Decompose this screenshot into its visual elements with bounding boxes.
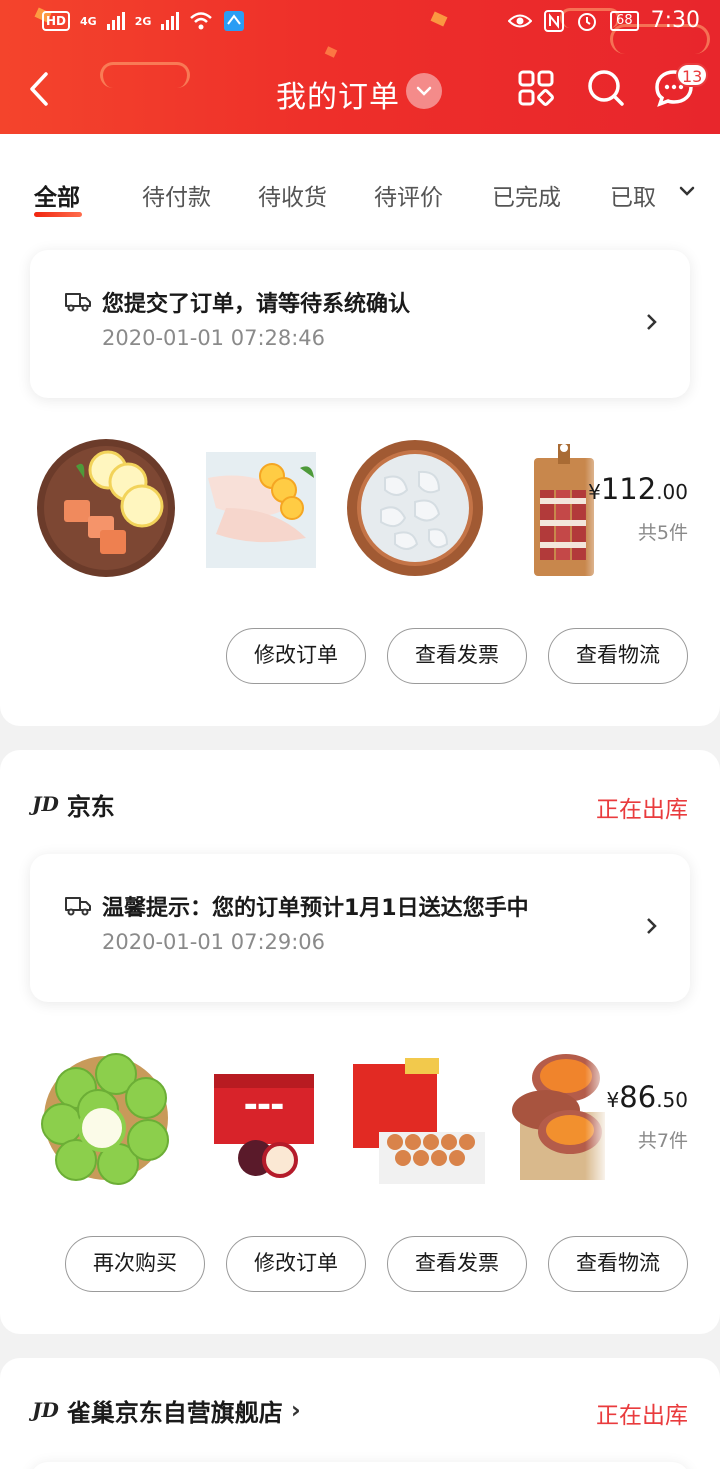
eye-comfort-icon [508, 14, 533, 27]
shop-header[interactable]: JD 雀巢京东自营旗舰店 › [32, 1393, 301, 1428]
notice-time: 2020-01-01 07:29:06 [102, 930, 326, 954]
product-image-egg-carton[interactable] [345, 1048, 485, 1188]
notice-text: 您提交了订单，请等待系统确认 [102, 292, 411, 317]
buy-again-button[interactable]: 再次购买 [65, 1236, 205, 1292]
message-count-badge: 13 [676, 63, 709, 87]
shop-name[interactable]: 雀巢京东自营旗舰店 [67, 1393, 283, 1428]
order-notice[interactable]: 温馨提示：您的订单预计1月1日送达您手中 2020-01-01 07:29:06 [30, 854, 690, 1002]
notice-time: 2020-01-01 07:28:46 [102, 326, 326, 350]
item-count: 共7件 [637, 1130, 688, 1152]
sim1-network-label: 4G [80, 14, 97, 28]
modify-order-button[interactable]: 修改订单 [226, 1236, 366, 1292]
delivery-truck-icon [65, 897, 91, 916]
tab-all[interactable]: 全部 [34, 178, 80, 212]
tab-pending-receipt[interactable]: 待收货 [258, 178, 327, 212]
product-image-apple-gift-box[interactable]: ▬▬▬ [196, 1048, 336, 1188]
back-arrow-icon[interactable] [24, 68, 56, 110]
title-dropdown-icon[interactable] [406, 73, 442, 109]
view-logistics-button[interactable]: 查看物流 [548, 1236, 688, 1292]
view-invoice-button[interactable]: 查看发票 [387, 1236, 527, 1292]
product-image-green-apples[interactable] [36, 1048, 176, 1188]
chevron-down-icon[interactable] [676, 180, 698, 202]
tab-completed[interactable]: 已完成 [492, 178, 561, 212]
search-icon[interactable] [586, 68, 626, 108]
order-status: 正在出库 [596, 1403, 688, 1429]
page-title[interactable]: 我的订单 [276, 72, 400, 116]
delivery-truck-icon [65, 293, 91, 312]
sim2-network-label: 2G [134, 14, 152, 28]
signal-icon [106, 12, 125, 30]
notice-text: 温馨提示：您的订单预计1月1日送达您手中 [102, 896, 529, 921]
nfc-icon [544, 9, 565, 32]
header-decoration [100, 62, 190, 88]
order-card: JD 京东 正在出库 温馨提示：您的订单预计1月1日送达您手中 2020-01-… [0, 750, 720, 1334]
shop-name[interactable]: 京东 [67, 787, 115, 822]
shop-header[interactable]: JD 京东 [32, 787, 115, 822]
confetti-decoration [324, 46, 338, 58]
status-bar: HD 4G 2G 68 7:30 [0, 0, 720, 44]
jd-logo: JD [32, 792, 59, 816]
jd-logo: JD [32, 1398, 59, 1422]
tab-pending-review[interactable]: 待评价 [374, 178, 443, 212]
svg-text:▬▬▬: ▬▬▬ [244, 1098, 284, 1114]
app-notification-icon [224, 11, 245, 31]
battery-indicator: 68 [610, 10, 639, 31]
order-notice[interactable] [30, 1462, 690, 1469]
order-status: 正在出库 [596, 797, 688, 823]
order-price: ¥112.00 [588, 472, 688, 506]
order-card: 您提交了订单，请等待系统确认 2020-01-01 07:28:46 ¥112.… [0, 228, 720, 726]
modify-order-button[interactable]: 修改订单 [226, 628, 366, 684]
hd-badge: HD [42, 11, 71, 31]
tab-pending-payment[interactable]: 待付款 [142, 178, 211, 212]
view-logistics-button[interactable]: 查看物流 [548, 628, 688, 684]
order-price: ¥86.50 [606, 1080, 688, 1114]
alarm-icon [578, 12, 597, 31]
item-count: 共5件 [637, 522, 688, 544]
app-header: HD 4G 2G 68 7:30 我的订单 13 [0, 0, 720, 134]
chevron-right-icon [647, 314, 657, 330]
product-image-salmon[interactable] [36, 438, 176, 578]
grid-menu-icon[interactable] [516, 68, 556, 108]
order-notice[interactable]: 您提交了订单，请等待系统确认 2020-01-01 07:28:46 [30, 250, 690, 398]
chevron-right-icon [647, 918, 657, 934]
tab-cancelled[interactable]: 已取 [610, 178, 656, 212]
product-image-fish-fillet[interactable] [196, 438, 336, 578]
product-image-shrimp[interactable] [345, 438, 485, 578]
shop-arrow-icon: › [290, 1396, 301, 1424]
view-invoice-button[interactable]: 查看发票 [387, 628, 527, 684]
price-overlay [585, 1048, 720, 1188]
wifi-icon [190, 12, 213, 30]
price-overlay [585, 438, 720, 578]
clock: 7:30 [650, 8, 700, 33]
active-tab-indicator [34, 212, 82, 217]
signal-icon [161, 12, 180, 30]
order-card: JD 雀巢京东自营旗舰店 › 正在出库 [0, 1358, 720, 1469]
